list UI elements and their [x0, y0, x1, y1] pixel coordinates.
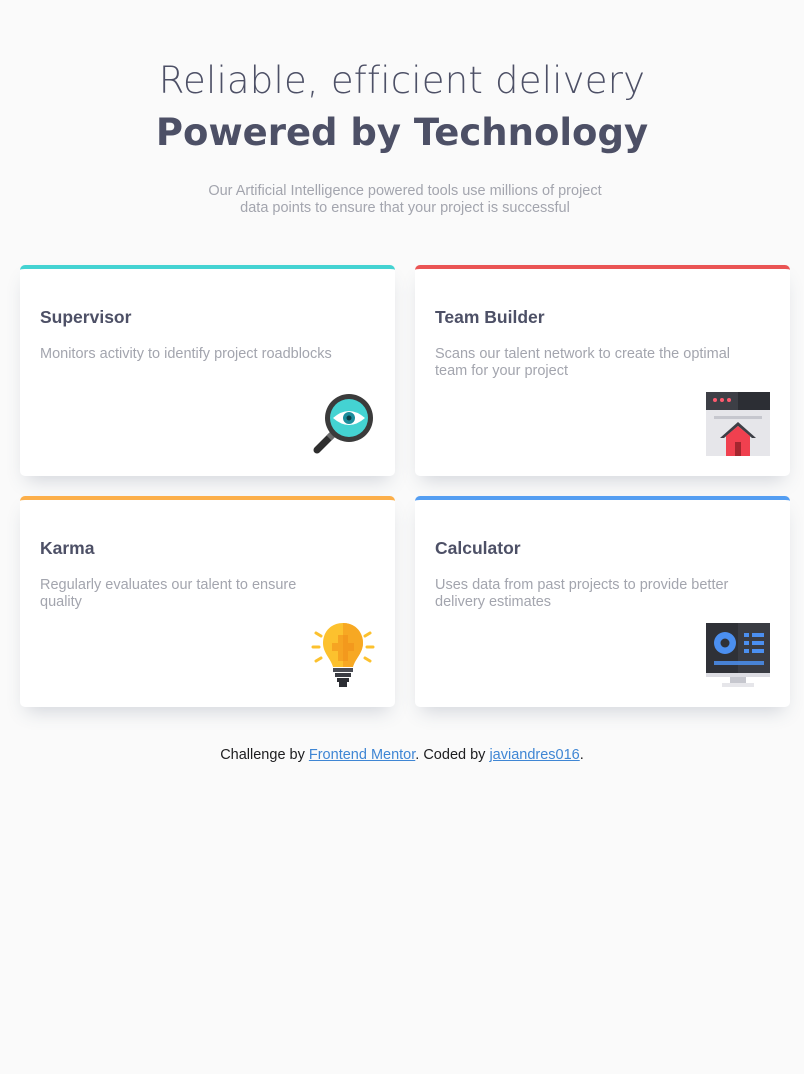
frontend-mentor-link[interactable]: Frontend Mentor — [309, 747, 415, 763]
card-karma: Karma Regularly evaluates our talent to … — [20, 496, 395, 707]
attribution-footer: Challenge by Frontend Mentor. Coded by j… — [0, 747, 804, 763]
hero-heading: Reliable, efficient delivery Powered by … — [0, 58, 804, 156]
lightbulb-icon — [311, 623, 375, 687]
card-calculator: Calculator Uses data from past projects … — [415, 496, 790, 707]
card-title: Supervisor — [40, 307, 132, 327]
card-supervisor: Supervisor Monitors activity to identify… — [20, 265, 395, 476]
card-description: Uses data from past projects to provide … — [435, 577, 729, 610]
footer-middle: . Coded by — [415, 747, 490, 763]
card-description: Monitors activity to identify project ro… — [40, 346, 332, 362]
monitor-icon — [706, 623, 770, 687]
hero-title-bold: Powered by Technology — [155, 111, 649, 154]
card-title: Team Builder — [435, 307, 545, 327]
card-description: Scans our talent network to create the o… — [435, 346, 730, 379]
page: Reliable, efficient delivery Powered by … — [0, 0, 804, 1074]
card-description: Regularly evaluates our talent to ensure… — [40, 577, 297, 610]
card-title: Calculator — [435, 538, 521, 558]
footer-suffix: . — [579, 747, 584, 763]
hero-description: Our Artificial Intelligence powered tool… — [208, 183, 602, 216]
hero-title-light: Reliable, efficient delivery — [158, 59, 646, 102]
footer-prefix: Challenge by — [220, 747, 309, 763]
author-link[interactable]: javiandres016 — [489, 747, 579, 763]
magnifier-eye-icon — [311, 392, 375, 456]
browser-house-icon — [706, 392, 770, 456]
card-title: Karma — [40, 538, 95, 558]
card-team-builder: Team Builder Scans our talent network to… — [415, 265, 790, 476]
